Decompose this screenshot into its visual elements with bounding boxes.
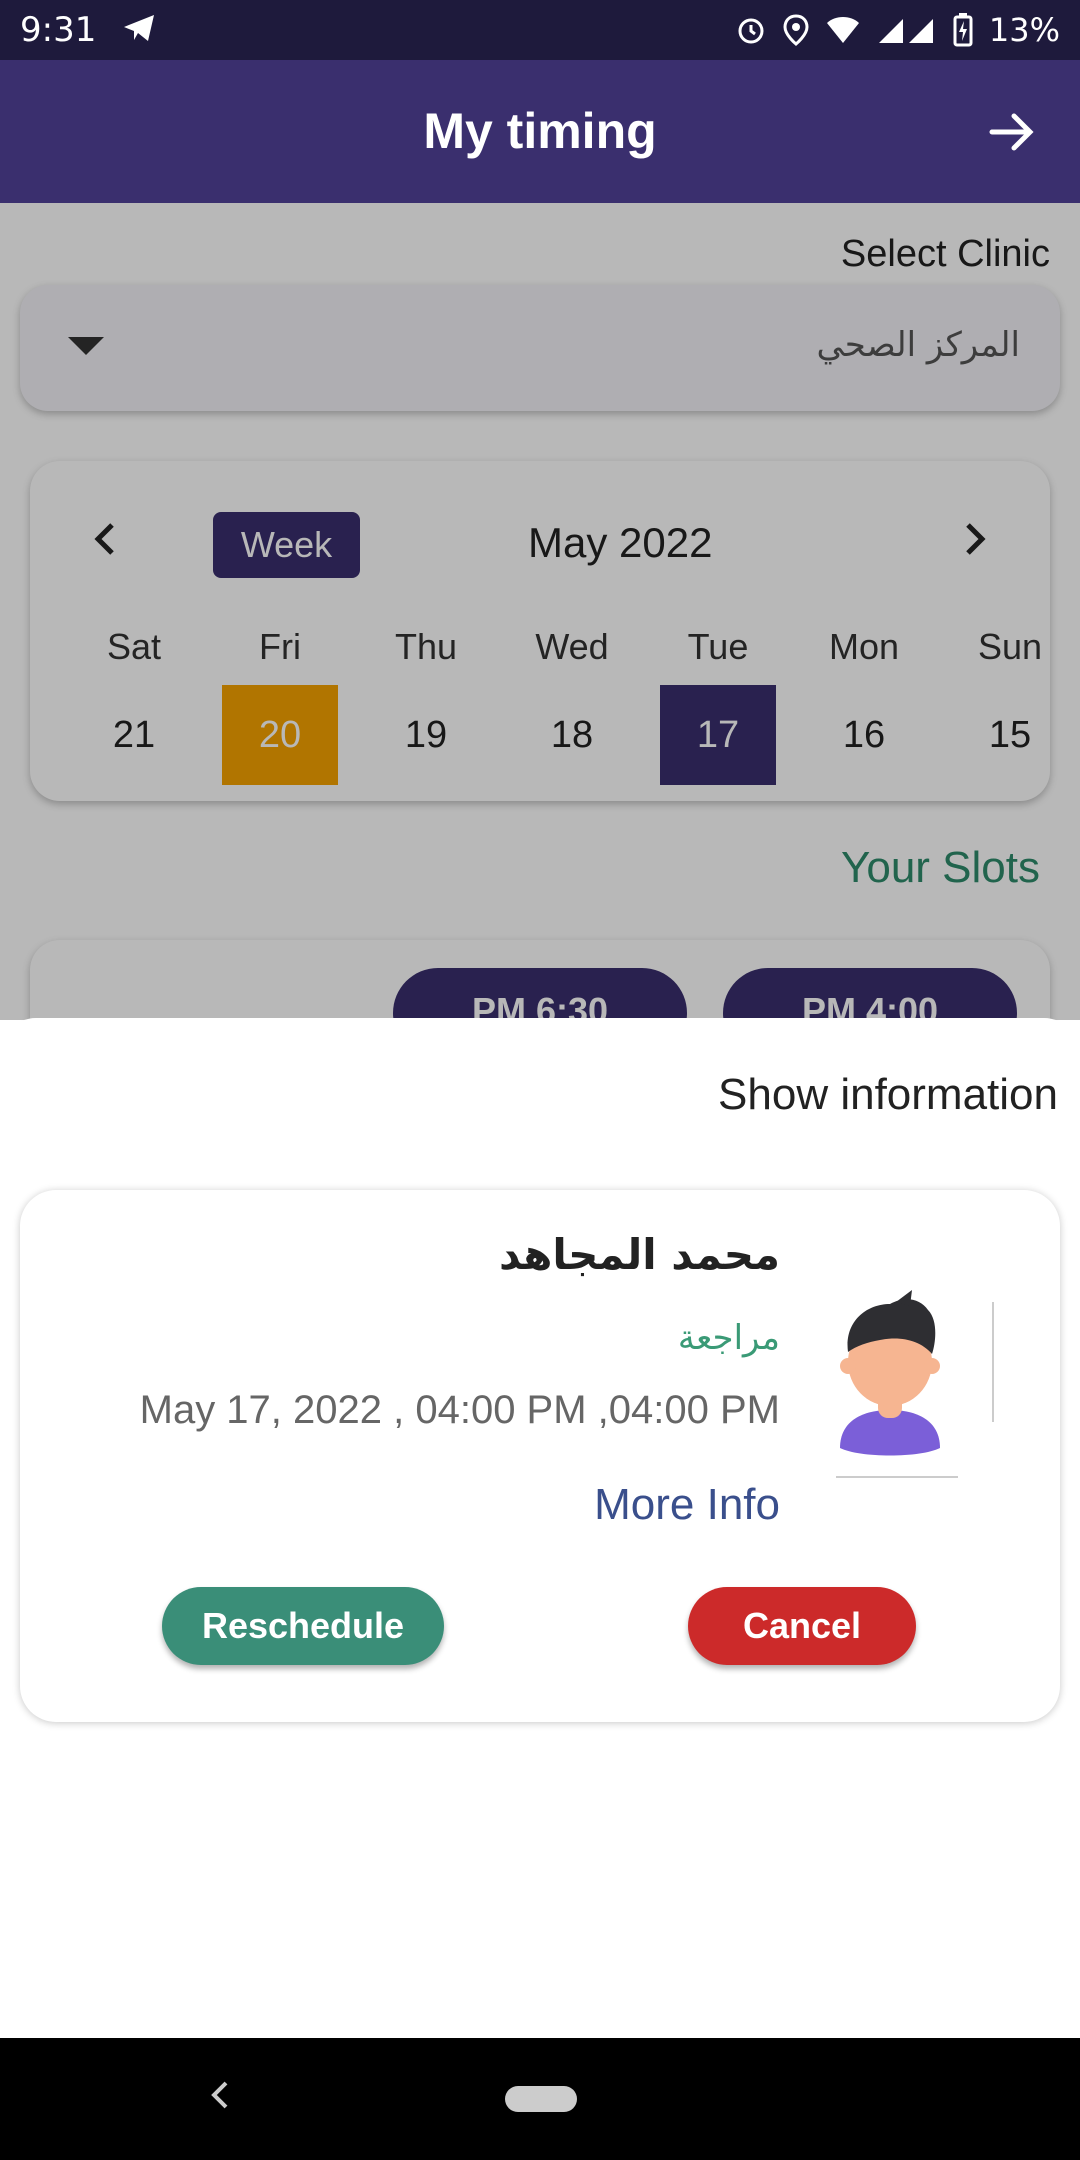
wifi-icon [825,15,861,45]
more-info-link[interactable]: More Info [594,1480,780,1530]
alarm-icon [735,14,767,46]
reschedule-button[interactable]: Reschedule [162,1587,444,1665]
telegram-icon [122,13,156,48]
page-title: My timing [423,103,657,159]
app-bar: My timing [0,60,1080,203]
appointment-card: محمد المجاهد مراجعة May 17, 2022 , 04:00… [20,1190,1060,1722]
location-icon [783,14,809,46]
appointment-datetime: May 17, 2022 , 04:00 PM ,04:00 PM [139,1388,780,1432]
card-divider [992,1302,994,1422]
home-pill[interactable] [505,2086,577,2112]
back-icon[interactable] [208,2072,232,2127]
battery-icon [953,13,973,47]
sheet-title: Show information [718,1070,1058,1119]
status-bar: 9:31 13% [0,0,1080,60]
battery-percent: 13% [988,11,1060,49]
avatar-icon [820,1270,960,1470]
patient-name: محمد المجاهد [498,1230,780,1279]
arrow-right-icon[interactable] [984,104,1040,160]
system-nav-bar [0,2038,1080,2160]
cancel-button[interactable]: Cancel [688,1587,916,1665]
modal-scrim[interactable] [0,203,1080,1020]
bottom-sheet: Show information محمد المجاهد مراجعة May… [0,1018,1080,2038]
status-time: 9:31 [20,10,97,50]
visit-type: مراجعة [677,1318,780,1358]
signal-icon [877,15,937,45]
avatar-divider [836,1476,958,1478]
